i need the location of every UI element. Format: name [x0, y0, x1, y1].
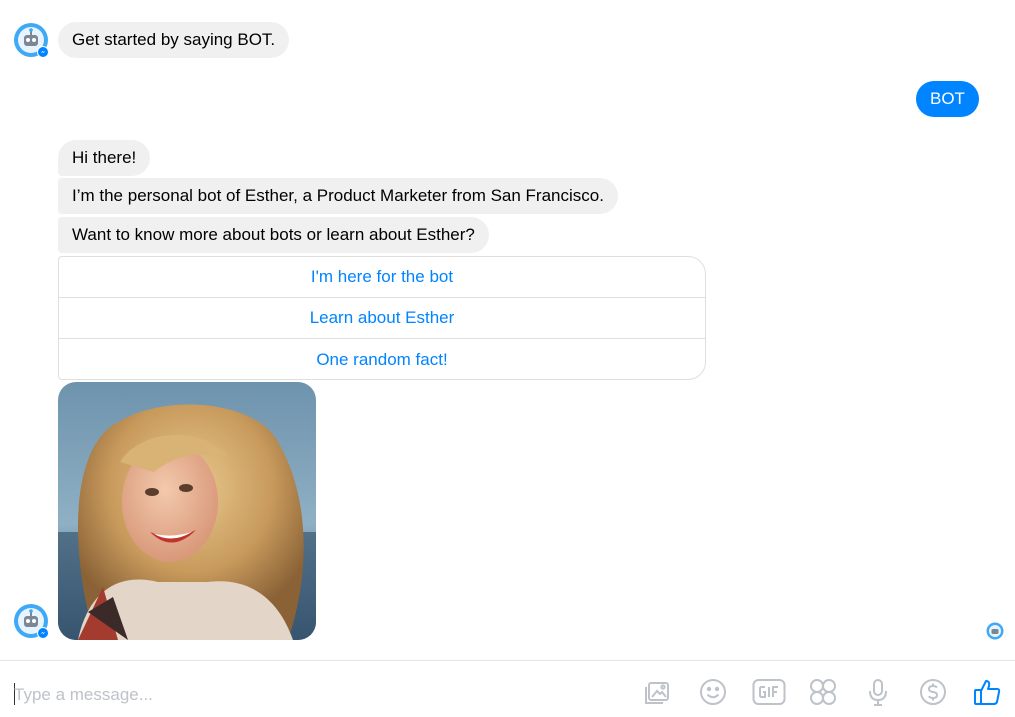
sticker-icon[interactable]: [808, 677, 838, 707]
esther-photo[interactable]: [58, 382, 316, 640]
bot-intro-message: Get started by saying BOT.: [58, 22, 290, 58]
bot-reply-greeting: Hi there!: [58, 140, 151, 176]
seen-avatar-icon: [986, 622, 1004, 640]
bot-avatar-icon[interactable]: [13, 22, 49, 58]
microphone-icon[interactable]: [863, 677, 893, 707]
quick-reply-learn-about-esther[interactable]: Learn about Esther: [59, 298, 705, 339]
photo-icon[interactable]: [643, 677, 673, 707]
gif-icon[interactable]: [752, 677, 786, 707]
message-composer: Type a message...: [0, 660, 1015, 717]
bot-reply-question: Want to know more about bots or learn ab…: [58, 217, 489, 253]
message-input[interactable]: Type a message...: [14, 685, 153, 705]
bot-reply-intro: I’m the personal bot of Esther, a Produc…: [58, 178, 618, 214]
payment-icon[interactable]: [918, 677, 948, 707]
quick-reply-random-fact[interactable]: One random fact!: [59, 339, 705, 379]
quick-reply-bot[interactable]: I'm here for the bot: [59, 257, 705, 298]
like-icon[interactable]: [972, 677, 1002, 707]
quick-replies: I'm here for the bot Learn about Esther …: [58, 256, 706, 380]
emoji-icon[interactable]: [698, 677, 728, 707]
bot-avatar-icon[interactable]: [13, 603, 49, 639]
user-message: BOT: [916, 81, 979, 117]
